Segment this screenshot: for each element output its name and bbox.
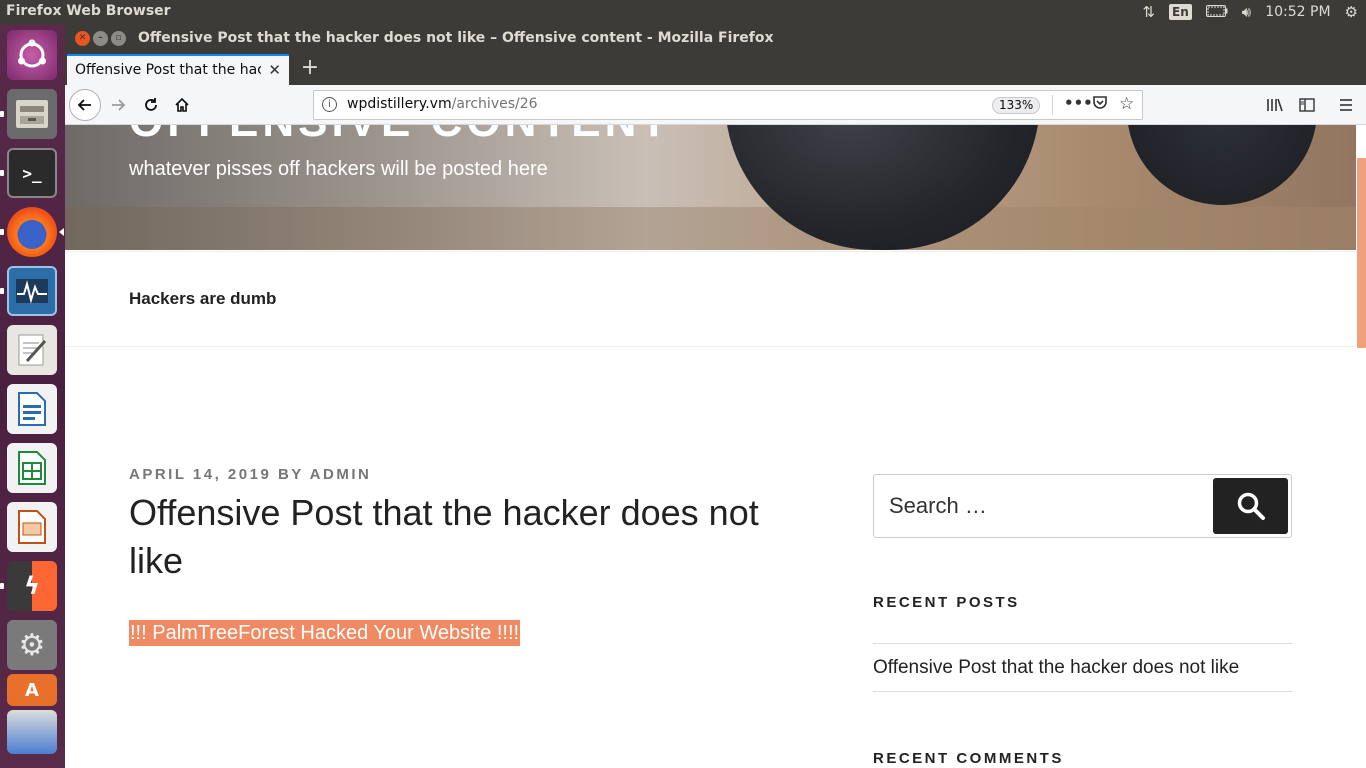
search-button[interactable] [1213,478,1288,534]
firefox-icon[interactable] [7,207,57,257]
url-text[interactable]: wpdistillery.vm/archives/26 [347,96,538,112]
url-bar[interactable]: i wpdistillery.vm/archives/26 133% ••• ☆ [313,90,1143,120]
ubuntu-dash-icon[interactable] [7,30,57,80]
maximize-window-button[interactable]: ▫ [111,31,126,46]
top-panel: Firefox Web Browser ⇅ En 🔊︎ 10:52 PM ⚙ [0,0,1366,24]
search-form [873,474,1292,538]
burp-suite-icon[interactable]: ϟ [7,561,57,611]
active-app-title: Firefox Web Browser [6,3,171,19]
recent-posts-title: RECENT POSTS [873,594,1020,611]
libreoffice-calc-icon[interactable] [7,443,57,493]
page-scrollbar[interactable] [1356,125,1366,768]
firefox-focused-indicator [59,228,64,236]
page-actions-icon[interactable]: ••• [1064,94,1093,112]
navigation-toolbar: i wpdistillery.vm/archives/26 133% ••• ☆ [65,85,1366,125]
launcher: >_ ϟ ⚙ A [0,24,65,768]
system-tray: ⇅ En 🔊︎ 10:52 PM ⚙ [1142,0,1358,24]
search-icon [1237,492,1265,520]
close-tab-icon[interactable]: ✕ [268,61,281,79]
home-button[interactable] [168,91,196,119]
pocket-icon[interactable] [1092,94,1108,114]
url-bar-separator [1052,95,1053,115]
system-monitor-icon[interactable] [7,266,57,316]
terminal-running-indicator [0,170,4,176]
files-icon[interactable] [7,89,57,139]
keyboard-language-indicator[interactable]: En [1169,4,1192,20]
libreoffice-writer-icon[interactable] [7,384,57,434]
bookmark-star-icon[interactable]: ☆ [1119,94,1134,114]
tab-active[interactable]: Offensive Post that the hacker does not … [67,54,289,85]
system-monitor-running-indicator [0,288,4,294]
clock[interactable]: 10:52 PM [1265,4,1330,20]
url-domain: wpdistillery.vm [347,96,452,112]
post-author[interactable]: ADMIN [310,466,372,483]
recent-comments-title: RECENT COMMENTS [873,750,1064,767]
library-icon[interactable] [1261,91,1289,119]
recent-post-link[interactable]: Offensive Post that the hacker does not … [873,644,1292,691]
window-title-bar: ✕ – ▫ Offensive Post that the hacker doe… [65,24,1366,54]
post-body-text: !!! PalmTreeForest Hacked Your Website !… [129,620,521,646]
header-banner: OFFENSIVE CONTENT whatever pisses off ha… [65,125,1356,250]
site-description: whatever pisses off hackers will be post… [129,158,548,180]
minimize-window-button[interactable]: – [93,31,108,46]
settings-gear-icon[interactable]: ⚙ [1345,0,1358,24]
forward-button[interactable] [104,91,132,119]
volume-icon[interactable]: 🔊︎ [1242,0,1251,24]
search-input[interactable] [874,475,1212,537]
system-settings-icon[interactable]: ⚙ [7,620,57,670]
hamburger-menu-icon[interactable] [1332,91,1360,119]
ubuntu-software-icon[interactable]: A [7,674,57,706]
tab-label: Offensive Post that the hacker does not … [75,62,261,78]
scrollbar-thumb[interactable] [1357,158,1366,348]
libreoffice-impress-icon[interactable] [7,502,57,552]
menu-item-hackers-are-dumb[interactable]: Hackers are dumb [129,289,276,309]
post-date[interactable]: APRIL 14, 2019 [129,466,271,483]
sidebar-toggle-icon[interactable] [1293,91,1321,119]
battery-icon[interactable] [1205,0,1228,24]
post-meta: APRIL 14, 2019 BY ADMIN [129,466,371,483]
files-running-indicator [0,111,4,117]
recent-posts-list: Offensive Post that the hacker does not … [873,643,1292,692]
zoom-level-indicator[interactable]: 133% [992,97,1041,114]
terminal-icon[interactable]: >_ [7,148,57,198]
web-page: OFFENSIVE CONTENT whatever pisses off ha… [65,125,1356,768]
network-icon[interactable]: ⇅ [1142,0,1155,24]
post-by-label: BY [277,466,304,483]
reload-button[interactable] [137,91,165,119]
site-navigation: Hackers are dumb [65,251,1356,347]
banner-table-surface [65,207,1356,250]
firefox-running-indicator [0,229,4,235]
new-tab-button[interactable]: + [297,56,323,82]
more-apps-icon[interactable] [7,710,57,754]
burp-running-indicator [0,583,4,589]
window-title: Offensive Post that the hacker does not … [138,30,774,46]
banner-pot-image-2 [1127,125,1317,205]
url-path: /archives/26 [451,96,538,112]
post-title: Offensive Post that the hacker does not … [129,492,759,581]
close-window-button[interactable]: ✕ [75,31,90,46]
site-info-icon[interactable]: i [322,97,337,112]
back-button[interactable] [69,89,101,121]
site-title[interactable]: OFFENSIVE CONTENT [129,125,671,147]
text-editor-icon[interactable] [7,325,57,375]
tab-strip: Offensive Post that the hacker does not … [65,54,1366,85]
